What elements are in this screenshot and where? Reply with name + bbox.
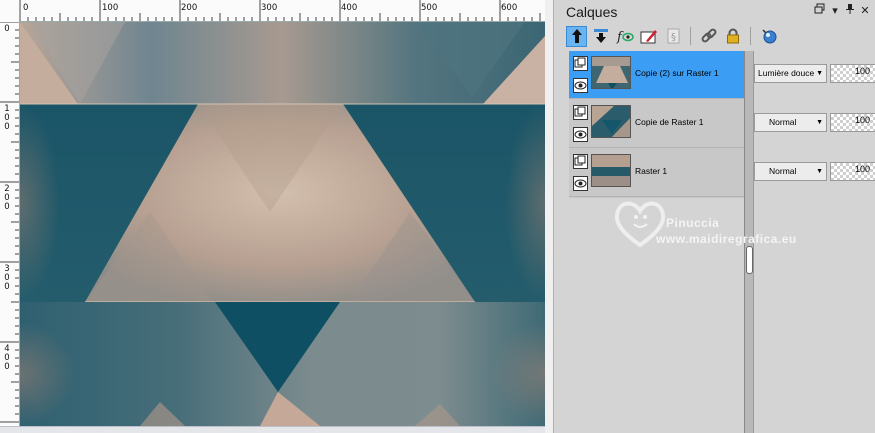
blend-mode-value: Normal — [769, 117, 797, 127]
ruler-v-label: 2 0 0 — [4, 184, 10, 212]
layer-row[interactable]: Raster 1 — [569, 149, 745, 197]
link-icon[interactable] — [698, 26, 719, 47]
lock-icon[interactable] — [722, 26, 743, 47]
pin-icon[interactable] — [843, 3, 857, 19]
ruler-h-label: 400 — [341, 3, 358, 13]
ruler-h-label: 0 — [23, 3, 29, 13]
layer-list: Copie (2) sur Raster 1 Copie de Raster 1 — [569, 51, 745, 198]
layer-thumbnail — [591, 56, 631, 89]
opacity-value: 100 — [855, 66, 871, 76]
eye-icon[interactable] — [573, 127, 588, 142]
layer-properties-row: Normal ▼ 100 — [754, 149, 875, 197]
visibility-icon[interactable]: f — [614, 26, 635, 47]
canvas-window: 0 100 200 300 400 500 600 0 1 0 0 2 0 0 … — [0, 0, 545, 433]
splitter-grip[interactable] — [746, 246, 753, 274]
opacity-field[interactable]: 100 — [830, 64, 875, 83]
layer-row[interactable]: Copie de Raster 1 — [569, 100, 745, 148]
ruler-v-label: 4 0 0 — [4, 344, 10, 372]
canvas-artwork — [20, 22, 545, 426]
blend-mode-select[interactable]: Lumière douce ▼ — [754, 64, 827, 83]
blend-mode-value: Normal — [769, 166, 797, 176]
opacity-value: 100 — [855, 164, 871, 174]
opacity-field[interactable]: 100 — [830, 162, 875, 181]
layer-name[interactable]: Copie (2) sur Raster 1 — [635, 68, 719, 78]
move-up-icon[interactable] — [566, 25, 587, 47]
horizontal-scrollbar[interactable] — [0, 426, 545, 433]
horizontal-ruler: 0 100 200 300 400 500 600 — [0, 0, 545, 22]
toolbar-separator — [750, 27, 751, 45]
blend-mode-value: Lumière douce — [758, 68, 815, 78]
paint-layer-icon[interactable] — [638, 26, 659, 47]
ruler-h-label: 600 — [501, 3, 518, 13]
blend-mode-select[interactable]: Normal ▼ — [754, 162, 827, 181]
ruler-v-label: 3 0 0 — [4, 264, 10, 292]
layer-name[interactable]: Copie de Raster 1 — [635, 117, 704, 127]
layer-thumbnail — [591, 154, 631, 187]
ruler-v-label: 0 — [4, 24, 10, 34]
opacity-field[interactable]: 100 — [830, 113, 875, 132]
mask-icon[interactable]: § — [662, 26, 683, 47]
ruler-h-label: 500 — [421, 3, 438, 13]
layer-thumbnail — [591, 105, 631, 138]
opacity-value: 100 — [855, 115, 871, 125]
chevron-down-icon: ▼ — [816, 119, 823, 126]
eye-icon[interactable] — [573, 78, 588, 93]
restore-icon[interactable] — [812, 3, 826, 19]
layer-properties-row: Normal ▼ 100 — [754, 100, 875, 148]
layer-properties-row: Lumière douce ▼ 100 — [754, 51, 875, 99]
vertical-ruler: 0 1 0 0 2 0 0 3 0 0 4 0 0 — [0, 22, 20, 426]
layer-group-icon[interactable] — [573, 154, 588, 169]
eye-icon[interactable] — [573, 176, 588, 191]
close-icon[interactable]: ✕ — [858, 3, 872, 19]
chevron-down-icon: ▼ — [816, 168, 823, 175]
layers-panel: Calques ▾ ✕ f § Copie (2) sur Raster 1 C… — [553, 0, 875, 433]
ruler-h-label: 200 — [181, 3, 198, 13]
ruler-corner — [0, 0, 20, 22]
palette-icon[interactable] — [758, 26, 779, 47]
layer-group-icon[interactable] — [573, 56, 588, 71]
svg-text:§: § — [671, 32, 676, 43]
move-down-icon[interactable] — [590, 26, 611, 47]
layer-row[interactable]: Copie (2) sur Raster 1 — [569, 51, 745, 99]
panel-title: Calques — [566, 4, 618, 20]
image-canvas[interactable] — [20, 22, 545, 426]
ruler-h-label: 300 — [261, 3, 278, 13]
layers-toolbar: f § — [566, 25, 779, 47]
dropdown-icon[interactable]: ▾ — [828, 3, 842, 19]
blend-mode-select[interactable]: Normal ▼ — [754, 113, 827, 132]
panel-splitter[interactable] — [744, 51, 754, 433]
toolbar-separator — [690, 27, 691, 45]
layer-group-icon[interactable] — [573, 105, 588, 120]
layer-name[interactable]: Raster 1 — [635, 166, 667, 176]
ruler-v-label: 1 0 0 — [4, 104, 10, 132]
ruler-h-label: 100 — [102, 3, 119, 13]
chevron-down-icon: ▼ — [816, 70, 823, 77]
